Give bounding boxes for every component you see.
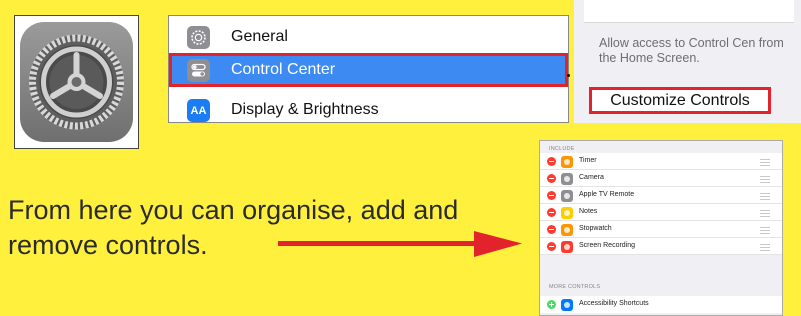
sidebar-item-label: General [231,28,288,45]
section-header-include: INCLUDE [549,146,575,152]
list-item: Timer [540,153,782,170]
arrow-right-icon [278,231,522,257]
remove-icon[interactable] [547,208,556,217]
notes-icon [561,206,573,219]
list-item: Camera [540,170,782,187]
section-header-more-controls: MORE CONTROLS [549,284,601,290]
list-item: Apple TV Remote [540,187,782,204]
reorder-handle-icon[interactable] [760,210,770,217]
control-center-detail: Allow access to Control Cen from the Hom… [574,0,801,123]
remove-icon[interactable] [547,157,556,166]
add-icon[interactable] [547,300,556,309]
remove-icon[interactable] [547,225,556,234]
remote-icon [561,189,573,202]
list-item: Screen Recording [540,238,782,255]
camera-icon [561,172,573,185]
remove-icon[interactable] [547,174,556,183]
sidebar-item-general[interactable]: General [169,20,568,54]
toggles-icon [187,58,210,82]
gear-icon [187,25,210,49]
access-description: Allow access to Control Cen from the Hom… [599,36,784,65]
control-label: Timer [579,157,597,164]
settings-app-icon[interactable] [20,22,133,142]
sidebar-item-display-brightness[interactable]: AA Display & Brightness [169,98,568,122]
accessibility-icon [561,298,573,311]
gear-icon [29,34,124,130]
sidebar-item-label: Control Center [231,61,336,78]
reorder-handle-icon[interactable] [760,176,770,183]
screen-recording-icon [561,240,573,253]
list-item: Accessibility Shortcuts [540,296,782,313]
settings-app-icon-frame [14,15,139,149]
reorder-handle-icon[interactable] [760,159,770,166]
reorder-handle-icon[interactable] [760,227,770,234]
sidebar-item-label: Display & Brightness [231,101,379,118]
decorative-dot [567,74,570,77]
control-label: Camera [579,174,604,181]
remove-icon[interactable] [547,191,556,200]
customize-controls-list: INCLUDE Timer Camera Apple TV Remote Not… [539,140,783,316]
reorder-handle-icon[interactable] [760,244,770,251]
customize-controls-button[interactable]: Customize Controls [589,87,771,114]
settings-sidebar: General Control Center AA Display & Brig… [168,15,569,123]
text-size-icon: AA [187,99,210,122]
control-label: Accessibility Shortcuts [579,300,649,307]
toggle-row-cropped [584,0,794,23]
control-label: Stopwatch [579,225,612,232]
stopwatch-icon [561,223,573,236]
sidebar-item-control-center[interactable]: Control Center [169,53,568,87]
list-item: Notes [540,204,782,221]
reorder-handle-icon[interactable] [760,193,770,200]
control-label: Apple TV Remote [579,191,635,198]
list-item: Stopwatch [540,221,782,238]
remove-icon[interactable] [547,242,556,251]
control-label: Notes [579,208,598,215]
control-label: Screen Recording [579,242,636,249]
timer-icon [561,155,573,168]
